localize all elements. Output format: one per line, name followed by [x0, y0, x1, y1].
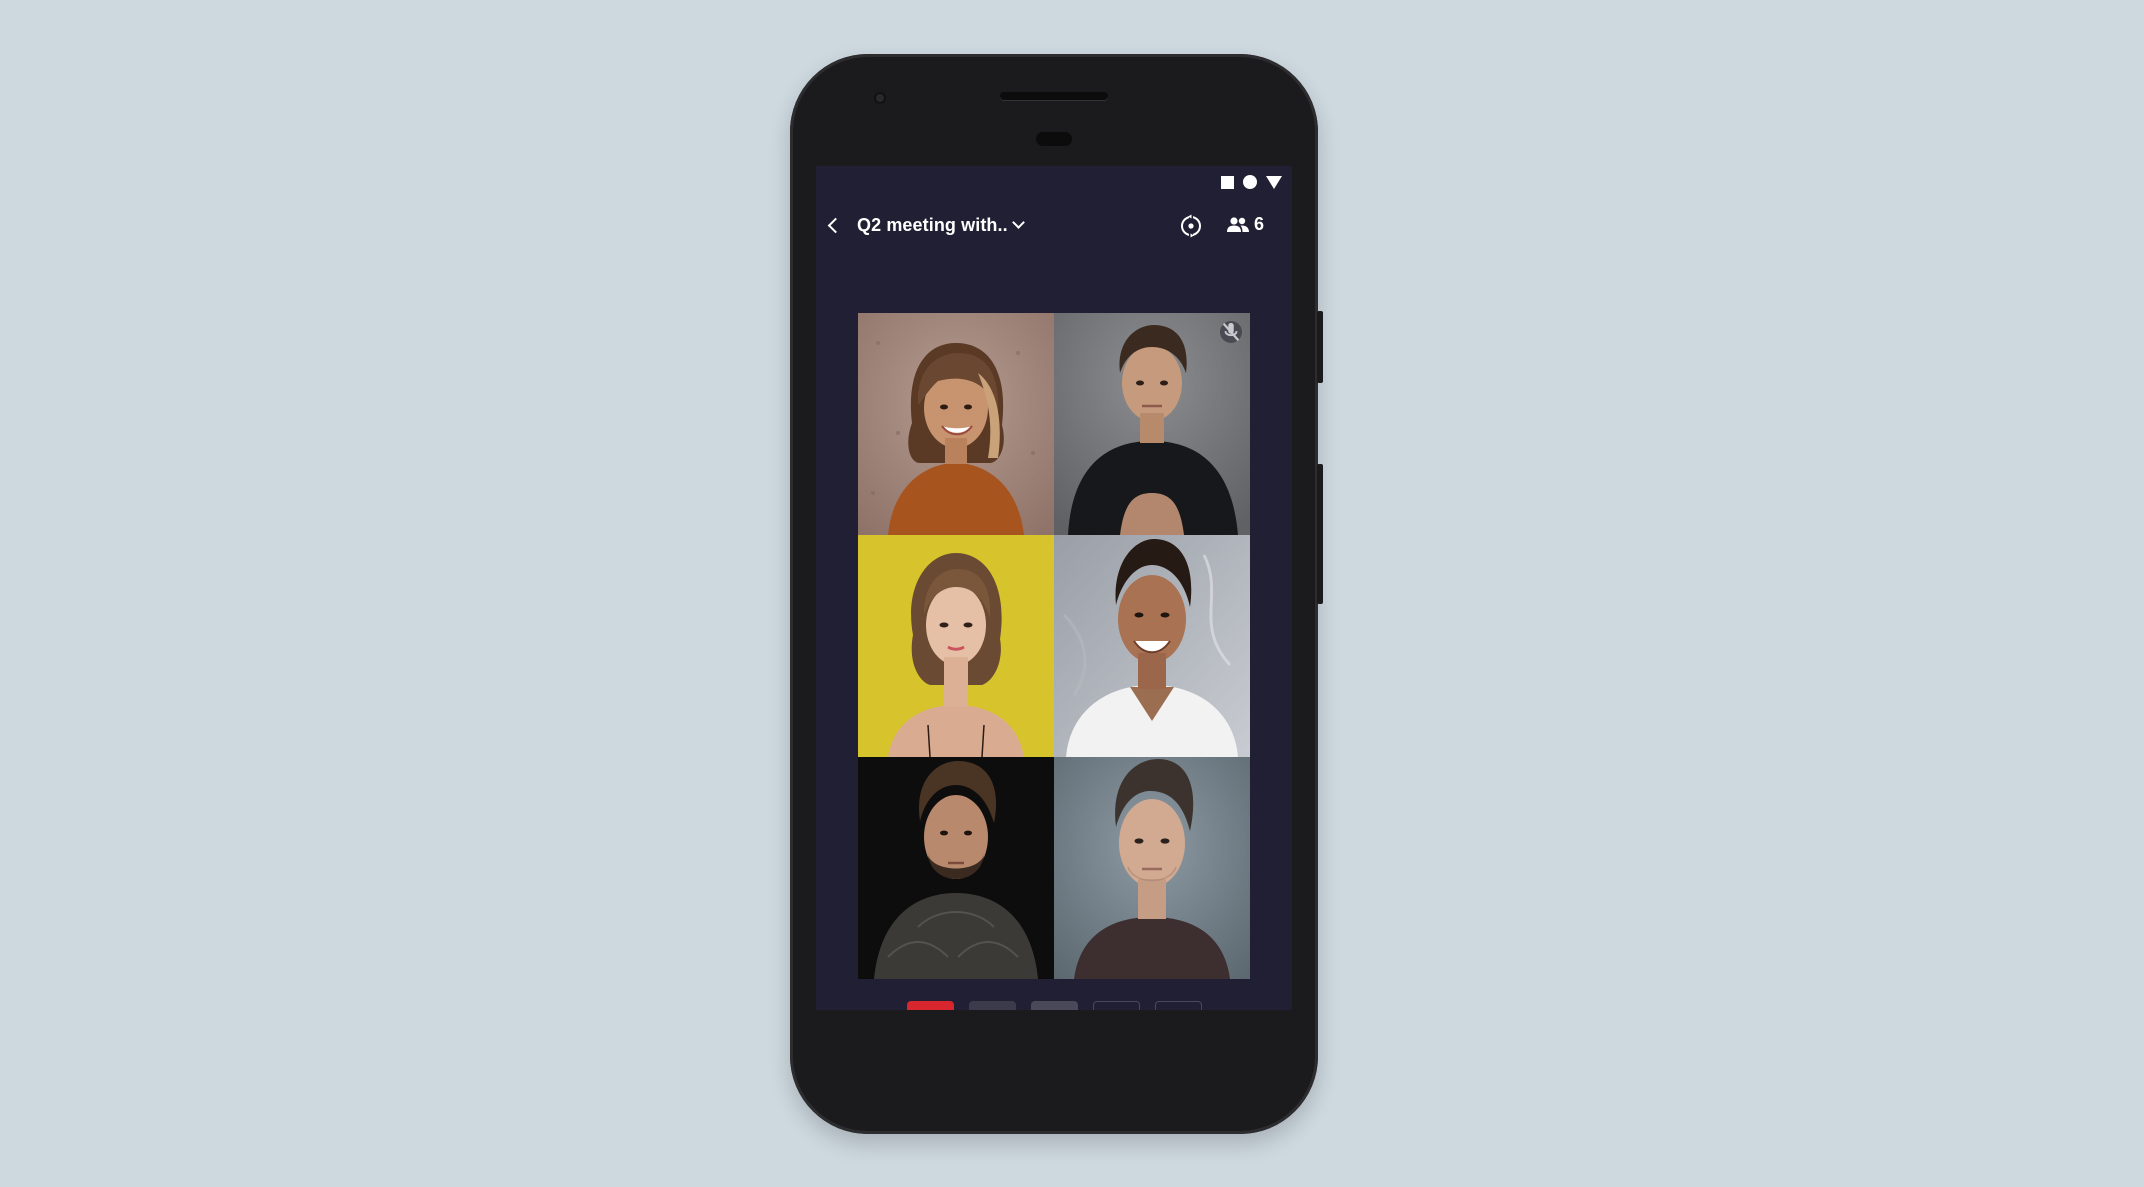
volume-button: [1317, 464, 1323, 604]
meeting-title[interactable]: Q2 meeting with..: [857, 215, 1008, 236]
meeting-header: Q2 meeting with.. 6: [816, 208, 1292, 248]
video-grid: [858, 313, 1250, 979]
more-options-button[interactable]: [1154, 1001, 1202, 1010]
call-controls: [816, 1001, 1292, 1010]
participant-video-tile[interactable]: [858, 313, 1054, 535]
hang-up-button[interactable]: [906, 1001, 954, 1010]
chevron-down-icon[interactable]: [1012, 216, 1025, 229]
camera-switch-icon[interactable]: [1178, 213, 1204, 239]
status-triangle-icon: [1266, 175, 1282, 189]
participant-video-tile[interactable]: [1054, 757, 1250, 979]
participant-video: [1054, 535, 1250, 757]
participant-video: [858, 757, 1054, 979]
participant-count: 6: [1254, 214, 1265, 234]
back-icon[interactable]: [827, 217, 844, 234]
microphone-button[interactable]: [968, 1001, 1016, 1010]
phone-frame: Q2 meeting with.. 6: [790, 54, 1323, 1134]
participants-button[interactable]: 6: [1226, 214, 1264, 235]
desktop-background: Q2 meeting with.. 6: [0, 0, 2144, 1187]
front-camera: [874, 92, 886, 104]
power-button: [1317, 311, 1323, 383]
proximity-sensor: [1036, 132, 1072, 146]
status-circle-icon: [1243, 175, 1257, 189]
mic-off-icon: [1220, 321, 1242, 343]
status-square-icon: [1221, 175, 1234, 189]
participant-video-tile[interactable]: [858, 757, 1054, 979]
participant-video: [858, 535, 1054, 757]
video-button[interactable]: [1030, 1001, 1078, 1010]
participant-video-tile[interactable]: [858, 535, 1054, 757]
chat-button[interactable]: [1092, 1001, 1140, 1010]
participant-video: [1054, 757, 1250, 979]
app-screen: Q2 meeting with.. 6: [816, 166, 1292, 1010]
participant-video: [858, 313, 1054, 535]
status-bar: [1221, 175, 1282, 189]
participant-video-tile[interactable]: [1054, 535, 1250, 757]
earpiece-speaker: [1000, 92, 1108, 100]
people-icon: [1227, 216, 1249, 232]
participant-video-tile[interactable]: [1054, 313, 1250, 535]
